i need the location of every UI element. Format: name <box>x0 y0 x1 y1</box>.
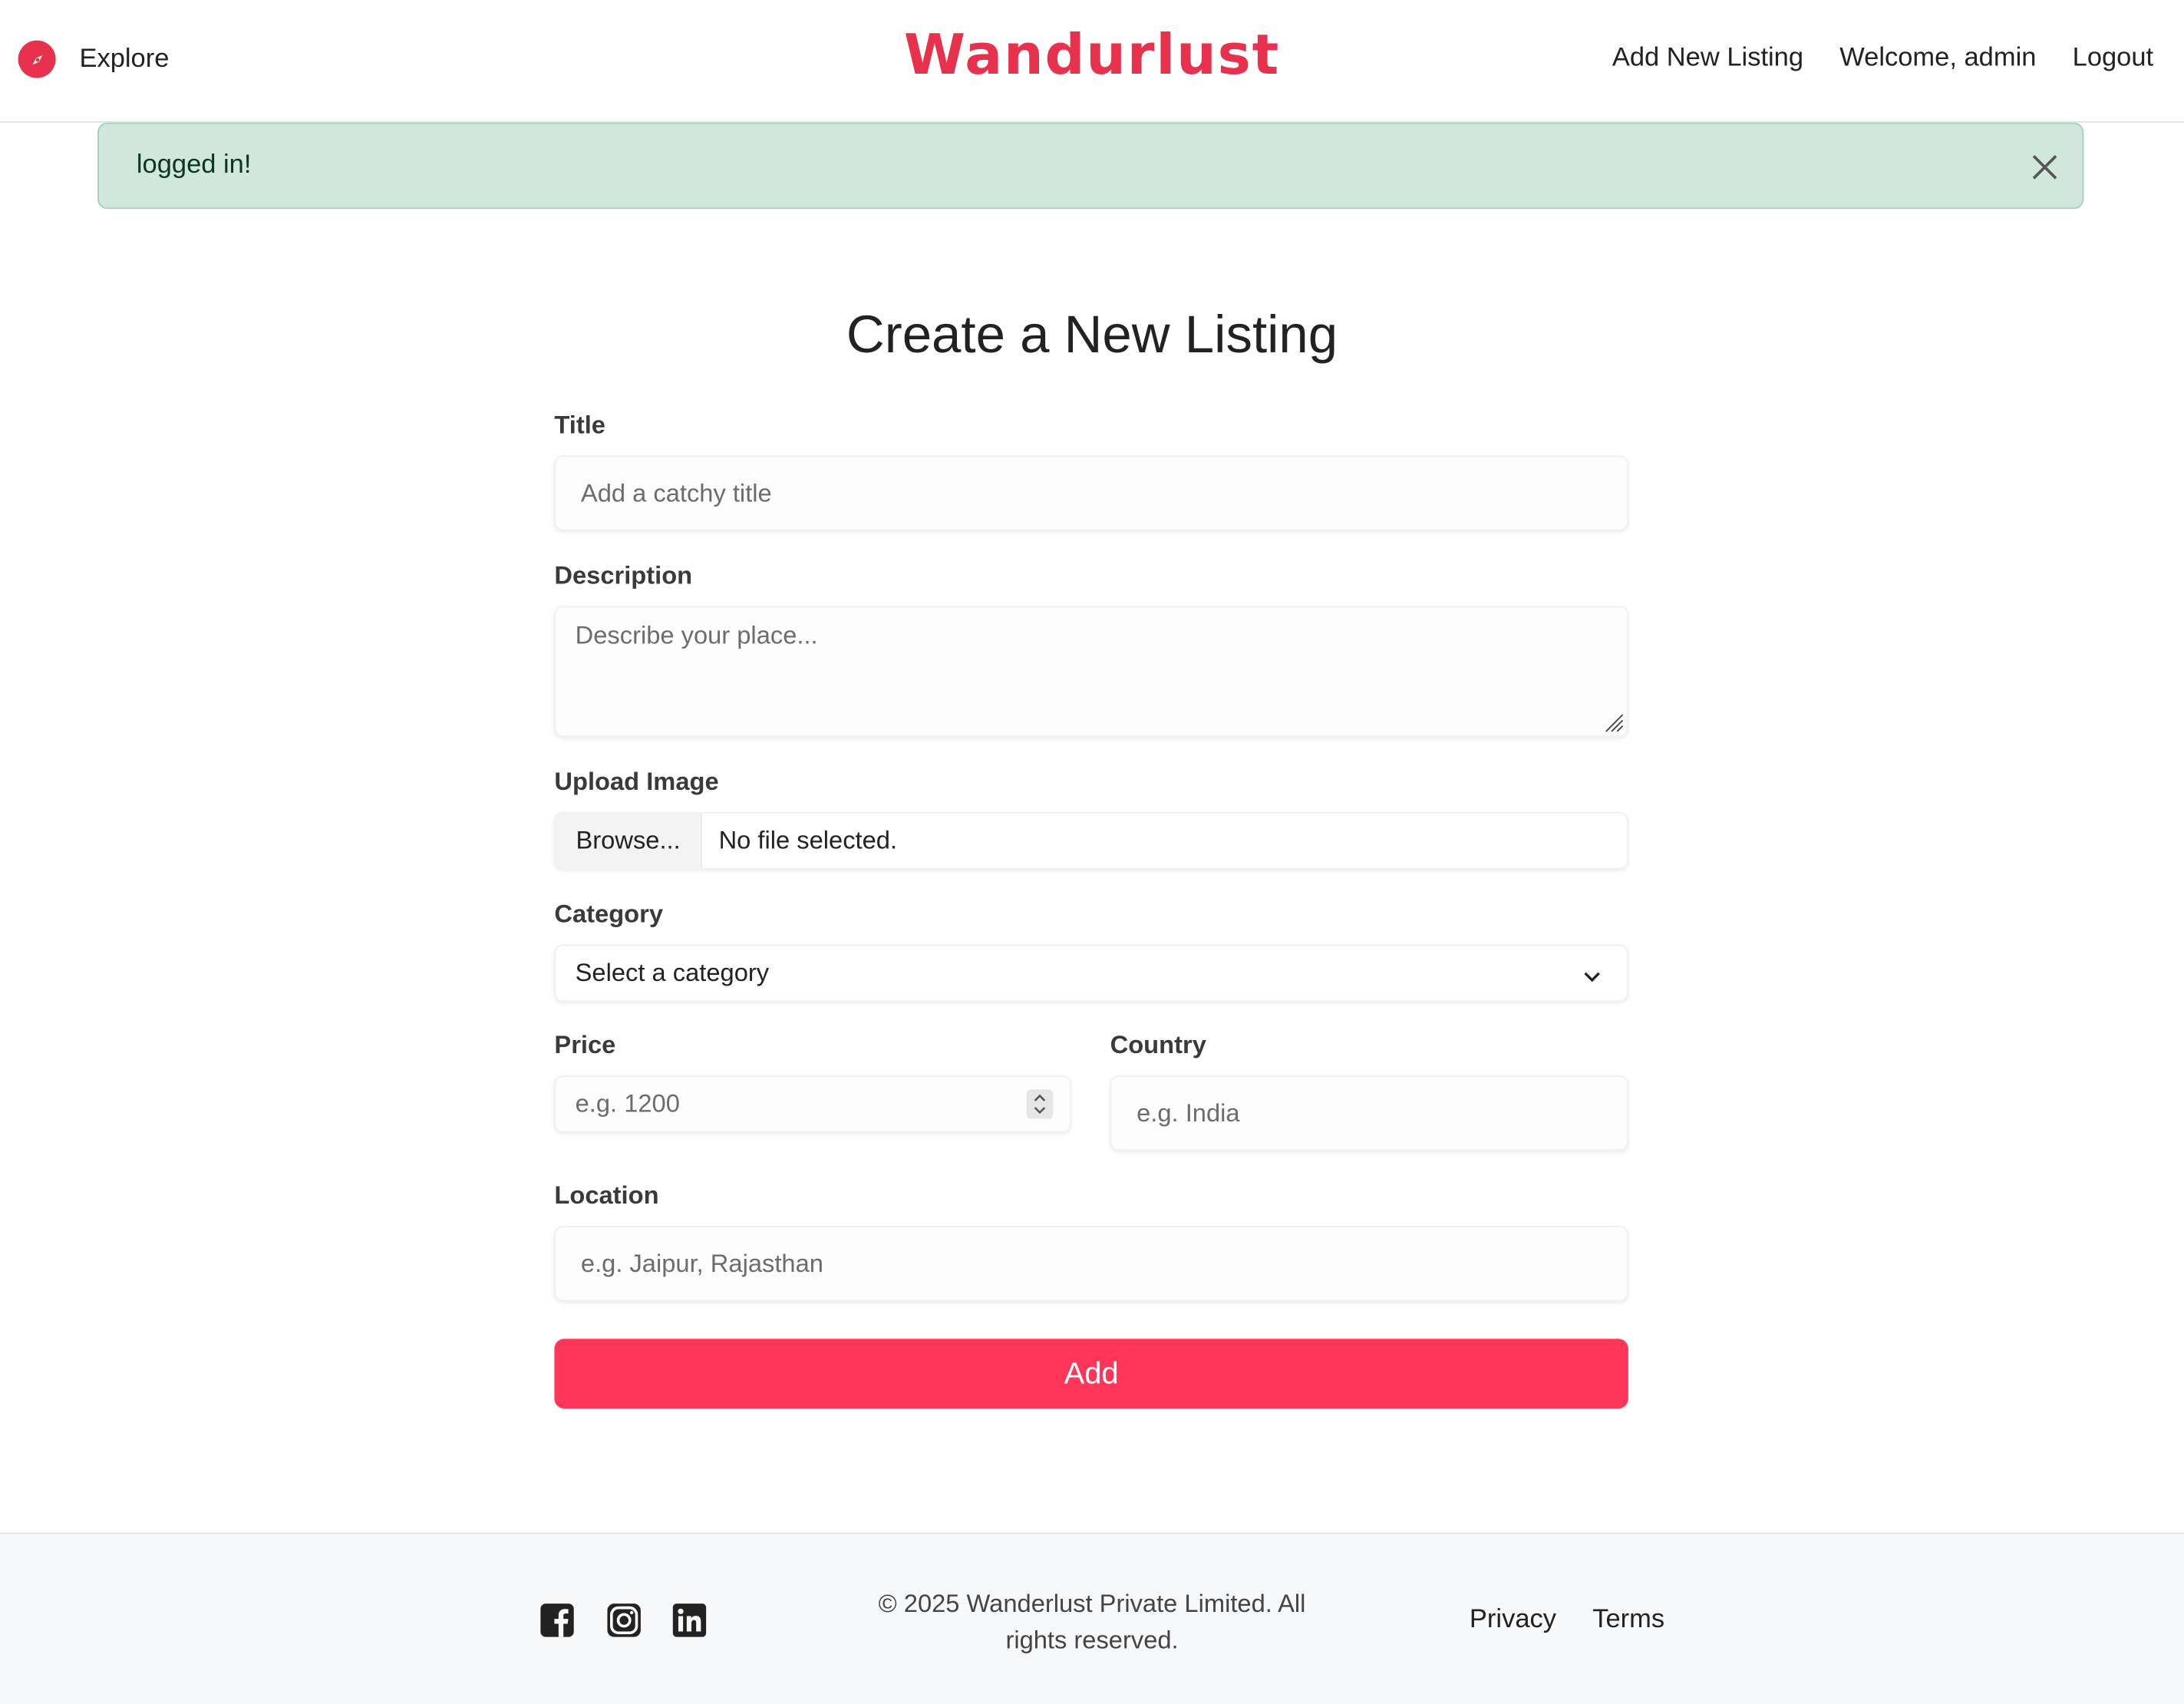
logout-link[interactable]: Logout <box>2073 43 2154 74</box>
navbar: Explore Wandurlust Add New Listing Welco… <box>0 0 2184 123</box>
nav-right-links: Add New Listing Welcome, admin Logout <box>1612 43 2153 74</box>
chevron-down-icon <box>1582 964 1602 983</box>
linkedin-icon[interactable] <box>672 1603 707 1637</box>
alert-message: logged in! <box>136 150 252 180</box>
explore-link[interactable]: Explore <box>79 44 169 74</box>
location-input[interactable] <box>554 1226 1628 1302</box>
footer-links: Privacy Terms <box>1470 1605 1664 1636</box>
browse-button[interactable]: Browse... <box>556 814 702 868</box>
category-selected-value: Select a category <box>575 958 770 987</box>
price-label: Price <box>554 1031 616 1059</box>
description-textarea[interactable] <box>554 606 1628 738</box>
copyright-text: © 2025 Wanderlust Private Limited. All r… <box>878 1590 1306 1654</box>
price-field <box>554 1075 1071 1133</box>
success-alert: logged in! <box>97 122 2084 210</box>
category-label: Category <box>554 900 664 928</box>
terms-link[interactable]: Terms <box>1592 1605 1664 1636</box>
page-title: Create a New Listing <box>846 306 1338 365</box>
close-icon[interactable] <box>2030 152 2060 183</box>
category-select[interactable]: Select a category <box>554 944 1628 1002</box>
instagram-icon[interactable] <box>607 1603 641 1637</box>
add-new-listing-link[interactable]: Add New Listing <box>1612 43 1803 74</box>
privacy-link[interactable]: Privacy <box>1470 1605 1556 1636</box>
price-input[interactable] <box>556 1077 1002 1131</box>
location-label: Location <box>554 1181 659 1210</box>
country-label: Country <box>1110 1031 1206 1059</box>
brand-logo[interactable]: Wandurlust <box>904 24 1280 88</box>
file-status-text: No file selected. <box>718 826 898 854</box>
country-input[interactable] <box>1110 1075 1628 1151</box>
image-file-input[interactable]: Browse... No file selected. <box>554 812 1628 870</box>
explore-nav[interactable]: Explore <box>18 40 170 78</box>
page: Explore Wandurlust Add New Listing Welco… <box>0 0 2184 1704</box>
footer: © 2025 Wanderlust Private Limited. All r… <box>0 1532 2184 1704</box>
welcome-user-link[interactable]: Welcome, admin <box>1839 43 2036 74</box>
resize-handle-icon[interactable] <box>1603 712 1624 733</box>
title-input[interactable] <box>554 455 1628 531</box>
add-listing-button[interactable]: Add <box>554 1339 1628 1409</box>
facebook-icon[interactable] <box>540 1603 574 1637</box>
title-label: Title <box>554 411 606 439</box>
description-label: Description <box>554 561 693 589</box>
upload-image-label: Upload Image <box>554 768 719 796</box>
number-spinner-icon[interactable] <box>1026 1089 1054 1119</box>
compass-icon <box>18 40 56 78</box>
